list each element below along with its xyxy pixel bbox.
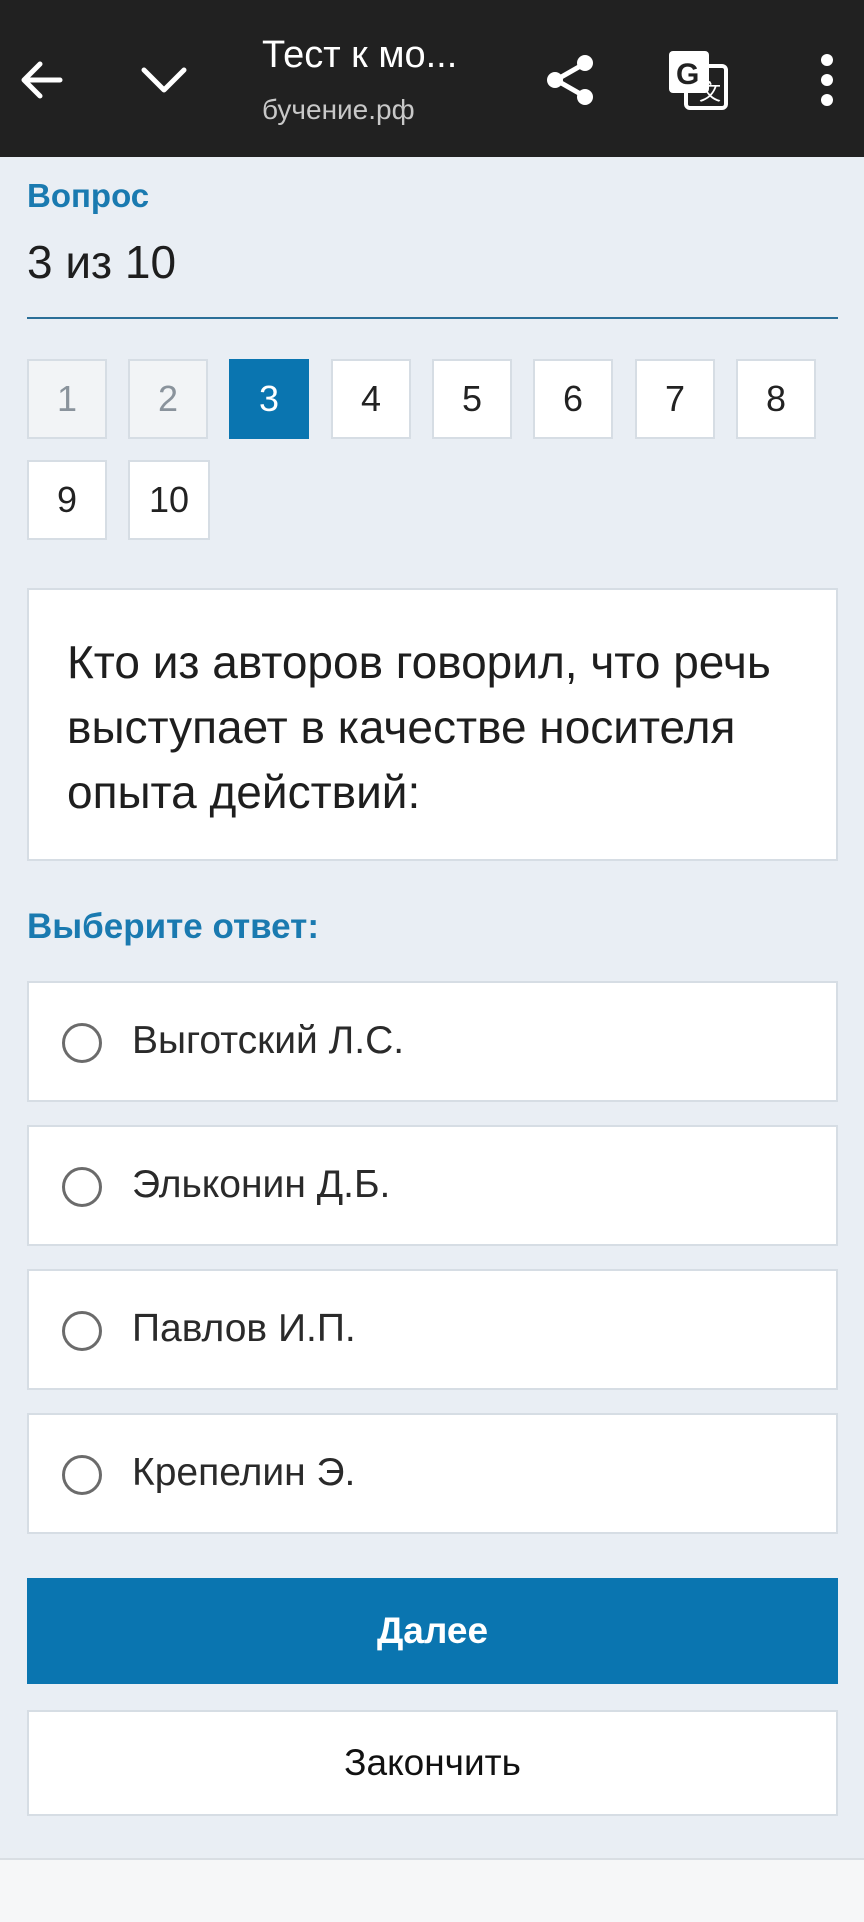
bottom-bar: [0, 1858, 864, 1922]
question-counter: 3 из 10: [27, 236, 177, 288]
divider: [27, 317, 838, 319]
answer-option-label: Крепелин Э.: [132, 1451, 356, 1494]
question-nav-7[interactable]: 7: [635, 359, 715, 439]
answer-option-label: Павлов И.П.: [132, 1307, 356, 1350]
question-nav-5[interactable]: 5: [432, 359, 512, 439]
choose-answer-label: Выберите ответ:: [27, 907, 319, 946]
page-url[interactable]: бучение.рф: [262, 94, 415, 126]
answer-option-2[interactable]: Эльконин Д.Б.: [27, 1125, 838, 1246]
next-button[interactable]: Далее: [27, 1578, 838, 1684]
question-label: Вопрос: [27, 177, 150, 214]
finish-button[interactable]: Закончить: [27, 1710, 838, 1816]
tab-title[interactable]: Тест к мо...: [262, 34, 457, 77]
question-nav-4[interactable]: 4: [331, 359, 411, 439]
question-text: Кто из авторов говорил, что речь выступа…: [27, 588, 838, 861]
svg-text:G: G: [676, 58, 699, 91]
question-nav-2[interactable]: 2: [128, 359, 208, 439]
question-nav-8[interactable]: 8: [736, 359, 816, 439]
answer-option-4[interactable]: Крепелин Э.: [27, 1413, 838, 1534]
translate-icon[interactable]: G 文: [656, 38, 740, 122]
back-arrow-icon[interactable]: [0, 38, 84, 122]
answer-option-1[interactable]: Выготский Л.С.: [27, 981, 838, 1102]
answer-option-label: Эльконин Д.Б.: [132, 1163, 391, 1206]
question-nav-10[interactable]: 10: [128, 460, 210, 540]
more-vert-icon[interactable]: [785, 38, 864, 122]
question-nav-3[interactable]: 3: [229, 359, 309, 439]
radio-button[interactable]: [62, 1023, 102, 1063]
answer-option-label: Выготский Л.С.: [132, 1019, 405, 1062]
radio-button[interactable]: [62, 1455, 102, 1495]
answer-option-3[interactable]: Павлов И.П.: [27, 1269, 838, 1390]
radio-button[interactable]: [62, 1167, 102, 1207]
question-nav-9[interactable]: 9: [27, 460, 107, 540]
radio-button[interactable]: [62, 1311, 102, 1351]
browser-toolbar: Тест к мо... бучение.рф G 文: [0, 0, 864, 157]
question-nav-1[interactable]: 1: [27, 359, 107, 439]
question-nav-6[interactable]: 6: [533, 359, 613, 439]
chevron-down-icon[interactable]: [122, 38, 206, 122]
share-icon[interactable]: [528, 38, 612, 122]
svg-text:文: 文: [699, 80, 721, 105]
